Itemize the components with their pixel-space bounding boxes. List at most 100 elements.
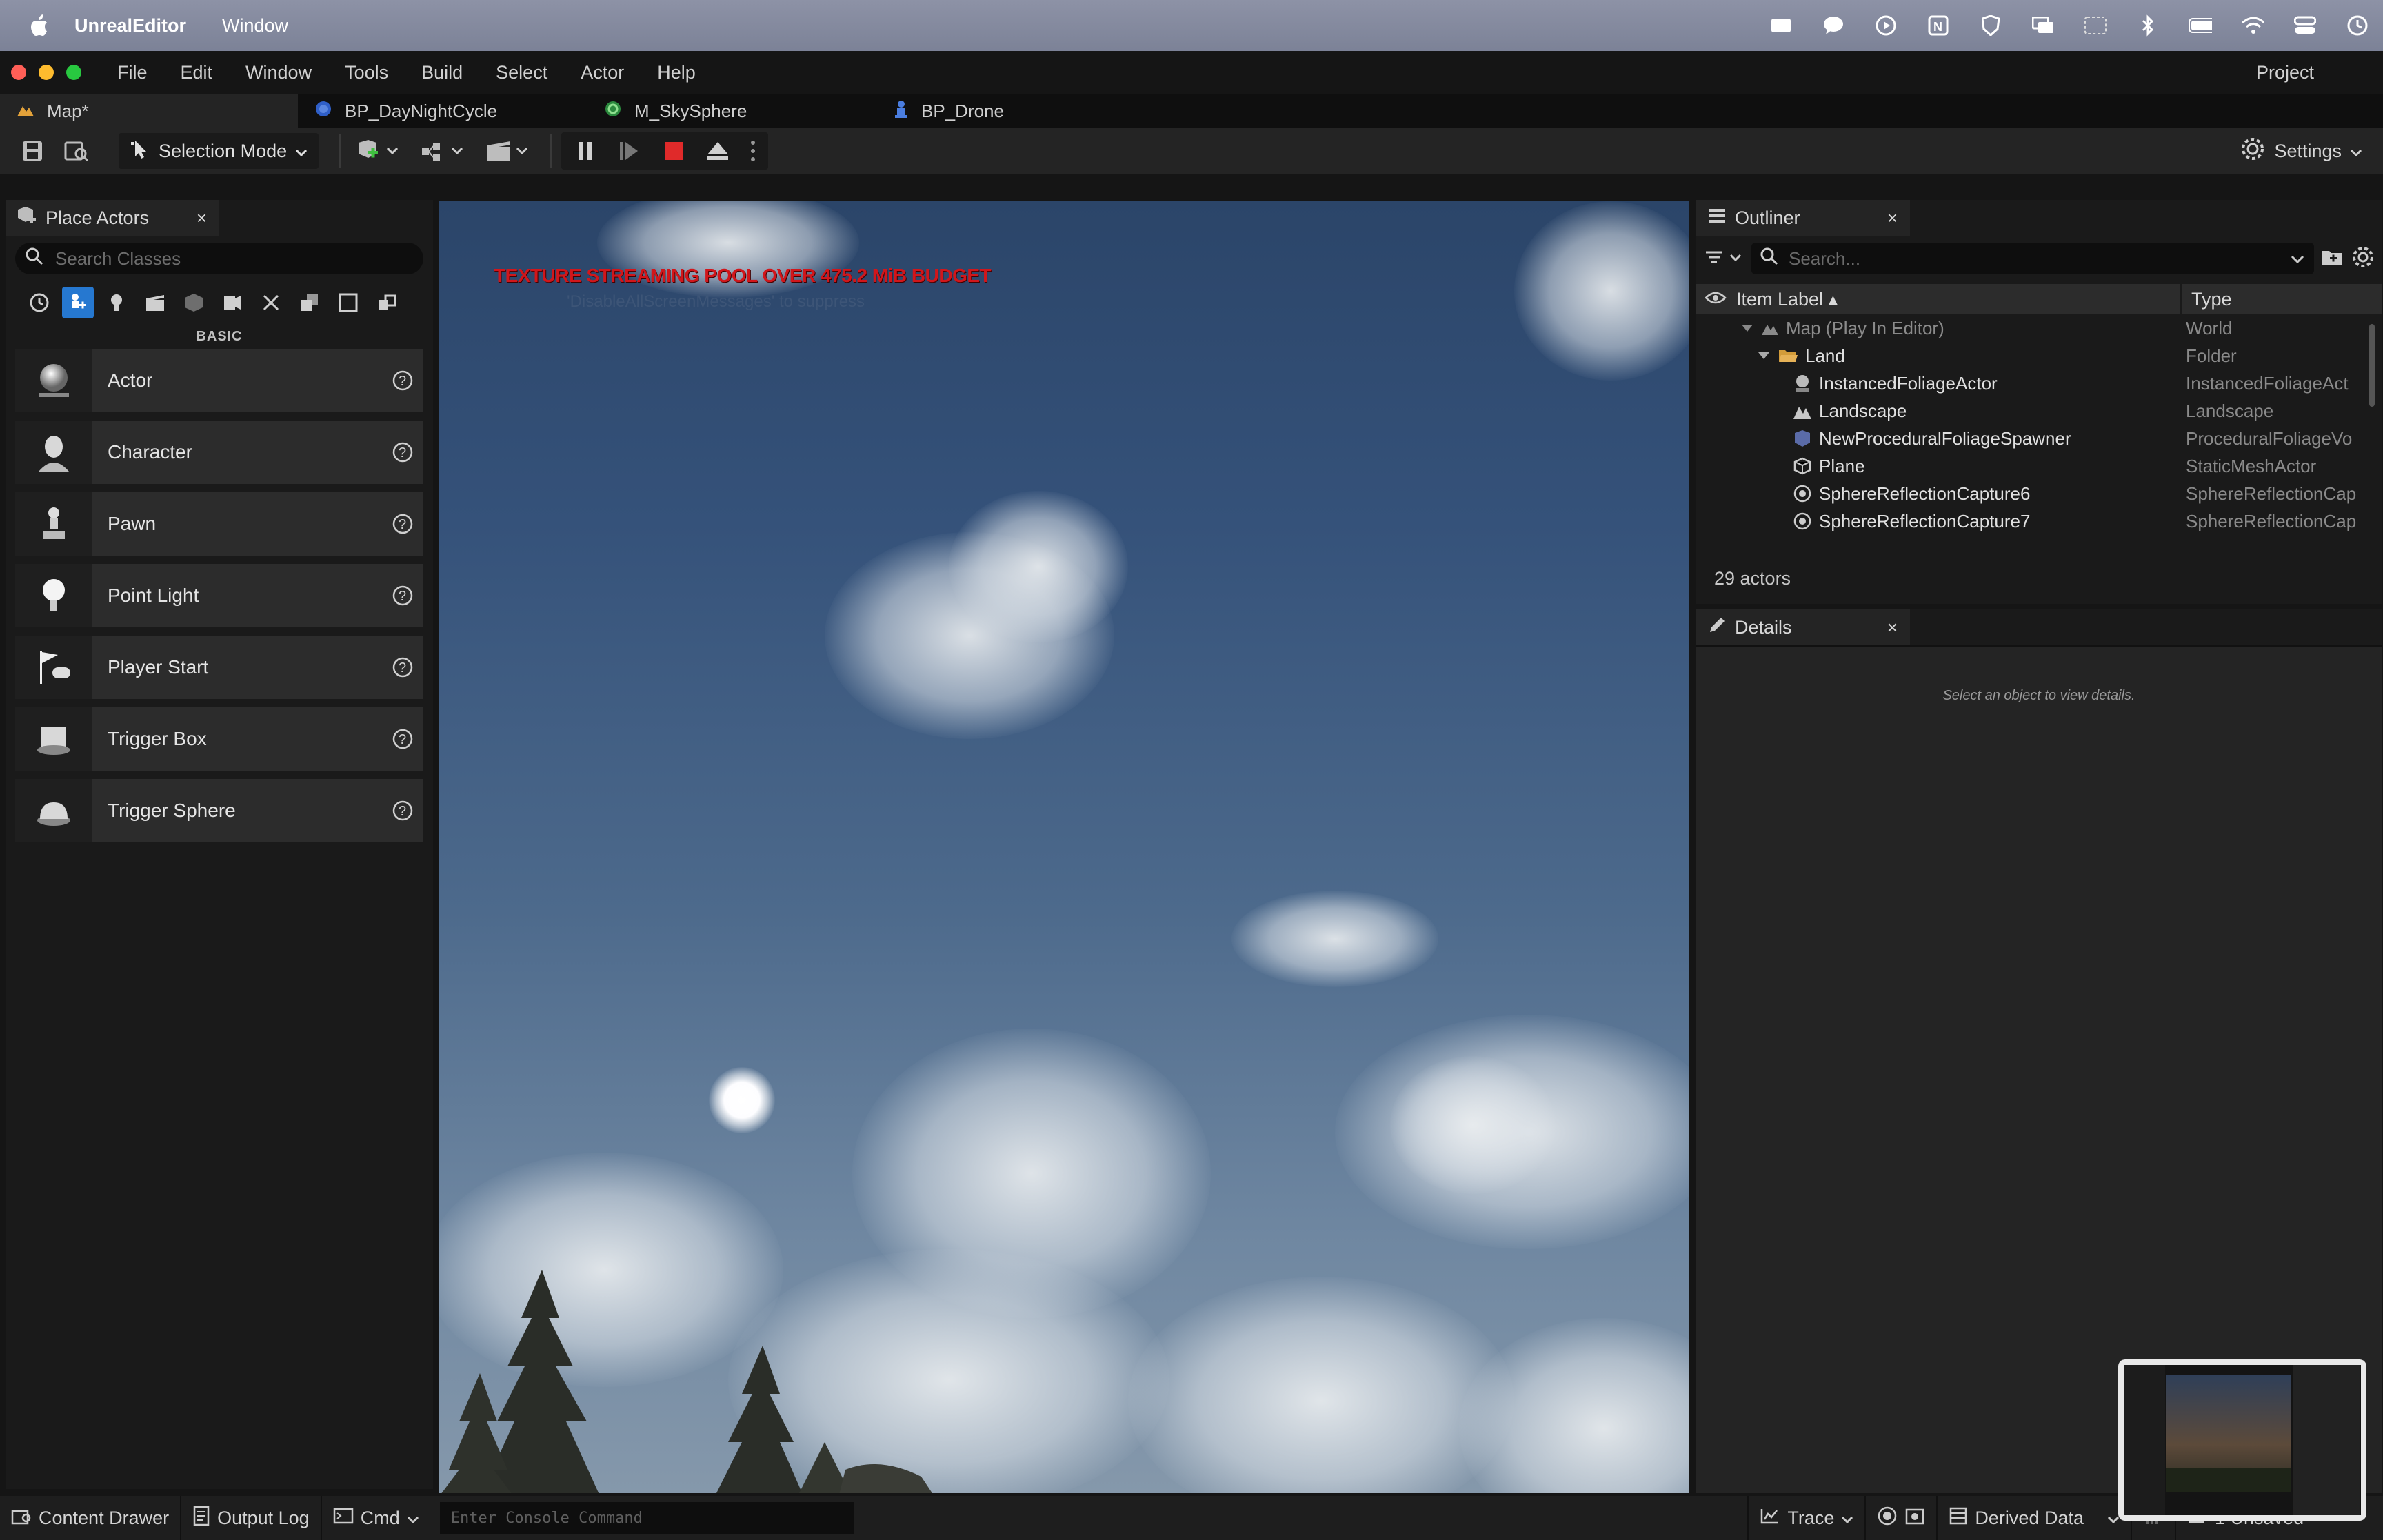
frame-skip-icon[interactable] <box>612 134 647 168</box>
cinematics-dropdown[interactable] <box>480 134 535 168</box>
derived-data-dropdown[interactable]: Derived Data <box>1938 1496 2132 1540</box>
table-row[interactable]: Land Folder <box>1696 342 2382 369</box>
settings-button[interactable]: Settings <box>2240 136 2362 167</box>
menu-edit[interactable]: Edit <box>181 62 213 83</box>
app-name[interactable]: UnrealEditor <box>74 15 186 37</box>
screen-mirror-icon[interactable] <box>2031 14 2055 37</box>
help-icon[interactable]: ? <box>392 369 414 392</box>
tab-outliner[interactable]: Outliner × <box>1696 200 1910 236</box>
actor-item-trigger-box[interactable]: Trigger Box ? <box>15 707 423 771</box>
geometry-category-icon[interactable] <box>217 287 248 318</box>
tab-bp-drone[interactable]: BP_Drone <box>877 94 1167 128</box>
column-item-label[interactable]: Item Label ▴ <box>1736 289 1838 310</box>
table-row[interactable]: Plane StaticMeshActor <box>1696 452 2382 480</box>
table-row[interactable]: InstancedFoliageActor InstancedFoliageAc… <box>1696 369 2382 397</box>
actor-item-player-start[interactable]: Player Start ? <box>15 636 423 699</box>
close-icon[interactable]: × <box>197 207 207 229</box>
clock-icon[interactable] <box>2346 14 2369 37</box>
table-row[interactable]: SphereReflectionCapture7 SphereReflectio… <box>1696 507 2382 535</box>
project-label[interactable]: Project <box>2256 62 2314 83</box>
help-icon[interactable]: ? <box>392 656 414 678</box>
actor-item-character[interactable]: Character ? <box>15 421 423 484</box>
minimize-window-button[interactable] <box>39 65 54 80</box>
play-circle-icon[interactable] <box>1874 14 1898 37</box>
tab-map[interactable]: Map* <box>0 94 298 128</box>
notion-icon[interactable]: N <box>1927 14 1950 37</box>
bluetooth-icon[interactable] <box>2136 14 2160 37</box>
more-category-icon[interactable] <box>371 287 403 318</box>
tab-bp-daynightcycle[interactable]: BP_DayNightCycle <box>298 94 587 128</box>
console-command-input[interactable]: Enter Console Command <box>439 1502 854 1534</box>
menu-build[interactable]: Build <box>421 62 463 83</box>
help-icon[interactable]: ? <box>392 441 414 463</box>
screenshot-preview-thumbnail[interactable] <box>2118 1359 2366 1521</box>
menu-help[interactable]: Help <box>657 62 696 83</box>
add-folder-icon[interactable] <box>2321 247 2344 271</box>
control-center-icon[interactable] <box>2293 14 2317 37</box>
chat-icon[interactable] <box>1822 14 1845 37</box>
trace-dropdown[interactable]: Trace <box>1747 1496 1867 1540</box>
tab-details[interactable]: Details × <box>1696 609 1910 645</box>
record-icon[interactable] <box>1877 1506 1898 1531</box>
column-type[interactable]: Type <box>2180 284 2232 314</box>
visual-effects-category-icon[interactable] <box>178 287 210 318</box>
lights-category-icon[interactable] <box>101 287 132 318</box>
visibility-eye-icon[interactable] <box>1705 289 1727 310</box>
tab-place-actors[interactable]: Place Actors × <box>6 200 219 236</box>
mac-menu-window[interactable]: Window <box>222 15 288 37</box>
table-row[interactable]: Map (Play In Editor) World <box>1696 314 2382 342</box>
actor-item-trigger-sphere[interactable]: Trigger Sphere ? <box>15 779 423 842</box>
table-row[interactable]: NewProceduralFoliageSpawner ProceduralFo… <box>1696 425 2382 452</box>
content-browser-icon[interactable] <box>59 134 94 168</box>
cinematic-category-icon[interactable] <box>139 287 171 318</box>
stop-icon[interactable] <box>656 134 691 168</box>
close-window-button[interactable] <box>11 65 26 80</box>
selection-mode-dropdown[interactable]: Selection Mode <box>119 133 319 169</box>
close-icon[interactable]: × <box>1887 617 1898 638</box>
zoom-window-button[interactable] <box>66 65 81 80</box>
all-classes-category-icon[interactable] <box>332 287 364 318</box>
tab-m-skysphere[interactable]: M_SkySphere <box>587 94 877 128</box>
table-row[interactable]: Landscape Landscape <box>1696 397 2382 425</box>
menu-select[interactable]: Select <box>496 62 547 83</box>
menu-window[interactable]: Window <box>245 62 312 83</box>
tree-expand-icon[interactable] <box>1740 323 1754 333</box>
wifi-icon[interactable] <box>2241 14 2264 37</box>
battery-icon[interactable] <box>2189 14 2212 37</box>
basic-category-icon[interactable] <box>62 287 94 318</box>
help-icon[interactable]: ? <box>392 585 414 607</box>
gear-icon[interactable] <box>2351 245 2375 272</box>
help-icon[interactable]: ? <box>392 800 414 822</box>
keyboard-icon[interactable] <box>1769 14 1793 37</box>
eject-icon[interactable] <box>701 134 735 168</box>
shield-icon[interactable] <box>1979 14 2002 37</box>
actor-item-point-light[interactable]: Point Light ? <box>15 564 423 627</box>
add-actor-button[interactable] <box>350 134 405 168</box>
recent-icon[interactable] <box>23 287 55 318</box>
pause-icon[interactable] <box>568 134 603 168</box>
chevron-down-icon[interactable] <box>2291 248 2304 270</box>
close-icon[interactable]: × <box>1887 207 1898 229</box>
search-classes-input[interactable]: Search Classes <box>15 243 423 274</box>
window-icon[interactable] <box>2084 14 2107 37</box>
screenshot-icon[interactable] <box>1904 1506 1925 1531</box>
actor-item-actor[interactable]: Actor ? <box>15 349 423 412</box>
more-options-icon[interactable] <box>745 134 761 168</box>
volumes-category-icon[interactable] <box>255 287 287 318</box>
tree-expand-icon[interactable] <box>1757 351 1771 361</box>
outliner-search-input[interactable]: Search... <box>1751 243 2314 274</box>
cmd-dropdown[interactable]: Cmd <box>322 1496 430 1540</box>
filter-icon[interactable] <box>1703 247 1744 271</box>
help-icon[interactable]: ? <box>392 513 414 535</box>
save-icon[interactable] <box>15 134 50 168</box>
menu-tools[interactable]: Tools <box>345 62 388 83</box>
content-drawer-button[interactable]: Content Drawer <box>0 1496 182 1540</box>
table-row[interactable]: SphereReflectionCapture6 SphereReflectio… <box>1696 480 2382 507</box>
menu-file[interactable]: File <box>117 62 148 83</box>
menu-actor[interactable]: Actor <box>581 62 624 83</box>
outliner-scrollbar[interactable] <box>2369 324 2375 407</box>
actor-item-pawn[interactable]: Pawn ? <box>15 492 423 556</box>
blueprint-dropdown[interactable] <box>415 134 470 168</box>
shapes-category-icon[interactable] <box>294 287 325 318</box>
apple-icon[interactable] <box>26 12 51 39</box>
